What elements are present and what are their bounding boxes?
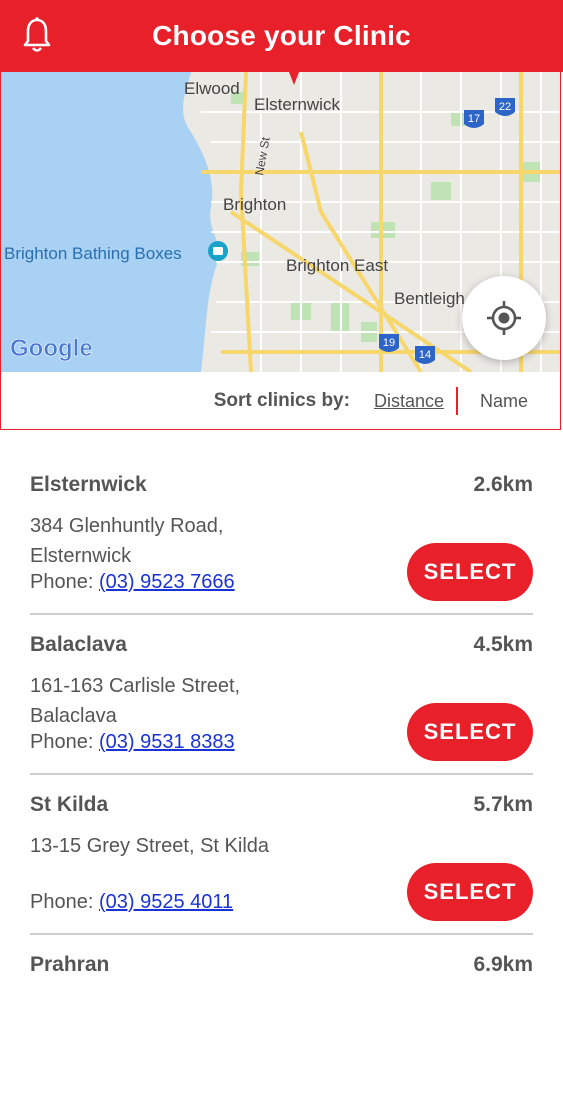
list-item: St Kilda 5.7km 13-15 Grey Street, St Kil… (30, 775, 533, 935)
route-shield-icon: 22 (495, 98, 515, 116)
list-item: Elsternwick 2.6km 384 Glenhuntly Road, E… (30, 455, 533, 615)
page-title: Choose your Clinic (152, 20, 411, 51)
sort-by-distance[interactable]: Distance (374, 391, 456, 412)
route-shield-icon: 14 (415, 346, 435, 364)
phone-label: Phone: (30, 571, 94, 593)
route-shield-icon: 19 (379, 334, 399, 352)
bell-icon[interactable] (22, 16, 52, 56)
clinic-phone: Phone: (03) 9523 7666 (30, 571, 235, 594)
clinic-distance: 2.6km (473, 473, 533, 496)
sort-divider (455, 387, 458, 415)
select-button[interactable]: SELECT (407, 703, 533, 761)
app-header: Choose your Clinic (0, 0, 563, 72)
google-logo: Google (10, 335, 93, 362)
clinic-name: Elsternwick (30, 473, 147, 496)
crosshair-icon (487, 301, 521, 335)
map-label-elwood: Elwood (184, 79, 240, 98)
svg-text:17: 17 (468, 113, 480, 125)
phone-label: Phone: (30, 731, 94, 753)
list-item: Balaclava 4.5km 161-163 Carlisle Street,… (30, 615, 533, 775)
phone-label: Phone: (30, 891, 94, 913)
map-label-brighton: Brighton (223, 195, 286, 214)
clinic-address: 161-163 Carlisle Street, Balaclava (30, 675, 241, 727)
clinic-address: 384 Glenhuntly Road, Elsternwick (30, 515, 224, 567)
phone-link[interactable]: (03) 9531 8383 (99, 731, 235, 753)
locate-me-button[interactable] (462, 276, 546, 360)
poi-camera-icon[interactable] (208, 241, 228, 261)
route-shield-icon: 17 (464, 110, 484, 128)
phone-link[interactable]: (03) 9525 4011 (99, 891, 233, 913)
select-button[interactable]: SELECT (407, 543, 533, 601)
list-item: Prahran 6.9km (30, 935, 533, 1095)
map-label-bathing-boxes: Brighton Bathing Boxes (4, 244, 182, 263)
phone-link[interactable]: (03) 9523 7666 (99, 571, 235, 593)
svg-text:14: 14 (419, 349, 431, 361)
sort-label: Sort clinics by: (213, 390, 350, 411)
clinic-distance: 6.9km (473, 953, 533, 976)
clinic-name: St Kilda (30, 793, 109, 816)
clinic-name: Prahran (30, 953, 110, 976)
clinic-list: Elsternwick 2.6km 384 Glenhuntly Road, E… (30, 455, 533, 1095)
map-label-elsternwick: Elsternwick (254, 95, 340, 114)
clinic-distance: 5.7km (473, 793, 533, 816)
select-button[interactable]: SELECT (407, 863, 533, 921)
map-label-bentleigh: Bentleigh (394, 289, 465, 308)
clinic-phone: Phone: (03) 9525 4011 (30, 891, 233, 914)
map-panel: Elwood Elsternwick New St Brighton Brigh… (0, 72, 561, 430)
clinic-name: Balaclava (30, 633, 127, 656)
sort-by-name[interactable]: Name (468, 391, 528, 412)
map-label-brighton-east: Brighton East (286, 256, 388, 275)
clinic-phone: Phone: (03) 9531 8383 (30, 731, 235, 754)
svg-text:19: 19 (383, 337, 395, 349)
clinic-distance: 4.5km (473, 633, 533, 656)
svg-text:22: 22 (499, 101, 511, 113)
clinic-address: 13-15 Grey Street, St Kilda (30, 835, 270, 857)
sort-bar: Sort clinics by: Distance Name (1, 372, 560, 429)
